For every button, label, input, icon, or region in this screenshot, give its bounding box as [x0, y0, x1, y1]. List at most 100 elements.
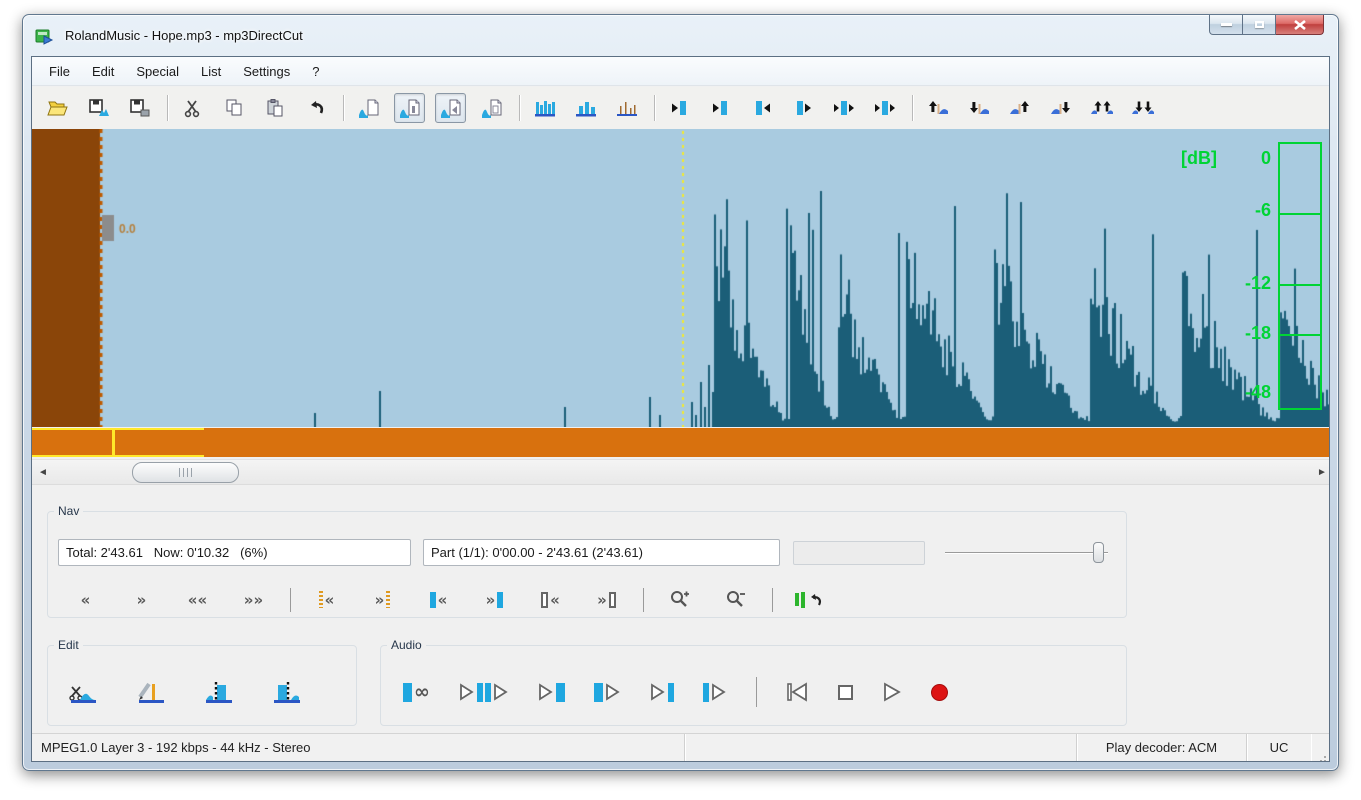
end-right-button[interactable]: [787, 93, 818, 123]
meter-line-12: [1280, 284, 1320, 286]
goto-selection-end-button[interactable]: »: [475, 586, 514, 613]
audio-buttons: ∞: [403, 674, 977, 710]
goto-file-start-button[interactable]: «: [307, 586, 346, 613]
goto-selection-start-button[interactable]: «: [419, 586, 458, 613]
gain-down-selection-button[interactable]: [1127, 93, 1158, 123]
set-cue-button[interactable]: [130, 674, 172, 710]
part-readout-field[interactable]: Part (1/1): 0'00.00 - 2'43.61 (2'43.61): [423, 539, 780, 566]
fade-in-start-button[interactable]: [922, 93, 953, 123]
goto-part-end-button[interactable]: »: [587, 586, 626, 613]
meter-line-6: [1280, 213, 1320, 215]
selection-bar-icon: [430, 592, 436, 608]
play-to-begin-button[interactable]: [538, 674, 565, 710]
copy-button[interactable]: [218, 93, 249, 123]
file-position-bar[interactable]: [32, 428, 1330, 457]
part-bar-icon: [541, 592, 548, 608]
position-cursor: [112, 428, 115, 457]
open-file-button[interactable]: [42, 93, 73, 123]
fade-in-end-button[interactable]: [1004, 93, 1035, 123]
goto-file-end-button[interactable]: »: [363, 586, 402, 613]
loop-selection-button[interactable]: ∞: [403, 674, 430, 710]
zoom-full-button[interactable]: [529, 93, 560, 123]
fade-out-end-button[interactable]: [1045, 93, 1076, 123]
toolbar-separator: [167, 95, 168, 121]
shrink-selection-button[interactable]: [869, 93, 900, 123]
zoom-mid-button[interactable]: [570, 93, 601, 123]
wave-file-button-4[interactable]: [476, 93, 507, 123]
scroll-right-arrow[interactable]: ►: [1311, 460, 1330, 484]
record-button[interactable]: [931, 674, 948, 710]
menu-help[interactable]: ?: [301, 59, 330, 84]
restore-last-position-button[interactable]: [789, 586, 828, 613]
gain-up-selection-button[interactable]: [1086, 93, 1117, 123]
title-bar[interactable]: RolandMusic - Hope.mp3 - mp3DirectCut: [23, 15, 1338, 56]
speed-slider[interactable]: [945, 541, 1108, 565]
zoom-detail-button[interactable]: [611, 93, 642, 123]
db-tick-6: -6: [1227, 200, 1271, 221]
nav-separator: [290, 588, 291, 612]
set-begin-button[interactable]: [198, 674, 240, 710]
play-to-end-button[interactable]: [650, 674, 674, 710]
zoom-out-button[interactable]: [716, 586, 755, 613]
part-bar-icon: [609, 592, 616, 608]
zoom-in-icon: [670, 590, 690, 610]
undo-button[interactable]: [300, 93, 331, 123]
begin-left-button[interactable]: [664, 93, 695, 123]
scroll-left-arrow[interactable]: ◄: [32, 460, 54, 484]
green-marker-icon: [801, 592, 805, 608]
skip-to-start-button[interactable]: [785, 674, 809, 710]
horizontal-scrollbar[interactable]: ◄ ►: [32, 459, 1330, 485]
save-audio-button[interactable]: [83, 93, 114, 123]
play-button[interactable]: [882, 674, 902, 710]
waveform-canvas[interactable]: [32, 129, 1330, 427]
status-bar: MPEG1.0 Layer 3 - 192 kbps - 44 kHz - St…: [32, 733, 1329, 761]
expand-selection-button[interactable]: [828, 93, 859, 123]
paste-button[interactable]: [259, 93, 290, 123]
end-left-button[interactable]: [746, 93, 777, 123]
play-small-icon: [538, 683, 554, 701]
preview-cut-button[interactable]: [459, 674, 509, 710]
slider-thumb[interactable]: [1093, 542, 1104, 563]
wave-file-button-1[interactable]: [353, 93, 384, 123]
close-button[interactable]: [1276, 15, 1324, 35]
wave-medium-icon: [574, 98, 598, 118]
play-from-end-button[interactable]: [703, 674, 727, 710]
save-part-button[interactable]: [124, 93, 155, 123]
position-readout-field[interactable]: Total: 2'43.61 Now: 0'10.32 (6%): [58, 539, 411, 566]
status-message: [685, 734, 1077, 761]
cut-button[interactable]: [177, 93, 208, 123]
begin-right-button[interactable]: [705, 93, 736, 123]
stop-button[interactable]: [838, 674, 853, 710]
fast-back-button[interactable]: ««: [178, 586, 217, 613]
scrollbar-thumb[interactable]: [132, 462, 239, 483]
wave-file-button-3[interactable]: [435, 93, 466, 123]
minimize-button[interactable]: [1209, 15, 1243, 35]
zoom-in-button[interactable]: [660, 586, 699, 613]
menu-edit[interactable]: Edit: [81, 59, 125, 84]
resize-grip-icon[interactable]: [1324, 756, 1326, 758]
goto-part-start-button[interactable]: «: [531, 586, 570, 613]
audio-legend: Audio: [387, 638, 426, 652]
set-end-button[interactable]: [266, 674, 308, 710]
undo-small-icon: [807, 592, 823, 608]
open-folder-icon: [47, 98, 69, 118]
level-meter: [1278, 142, 1322, 410]
menu-file[interactable]: File: [38, 59, 81, 84]
meter-line-18: [1280, 334, 1320, 336]
wave-file-button-2[interactable]: [394, 93, 425, 123]
menu-list[interactable]: List: [190, 59, 232, 84]
cut-selection-button[interactable]: [62, 674, 104, 710]
fast-forward-button[interactable]: »»: [234, 586, 273, 613]
save-audio-icon: [88, 98, 110, 118]
fade-out-start-button[interactable]: [963, 93, 994, 123]
menu-special[interactable]: Special: [125, 59, 190, 84]
step-forward-button[interactable]: »: [122, 586, 161, 613]
selection-bar-icon: [403, 683, 412, 702]
record-icon: [931, 684, 948, 701]
maximize-button[interactable]: [1243, 15, 1276, 35]
selection-bar-icon: [477, 683, 483, 702]
play-from-begin-button[interactable]: [594, 674, 621, 710]
step-back-button[interactable]: «: [66, 586, 105, 613]
pen-cue-icon: [136, 679, 166, 705]
menu-settings[interactable]: Settings: [232, 59, 301, 84]
